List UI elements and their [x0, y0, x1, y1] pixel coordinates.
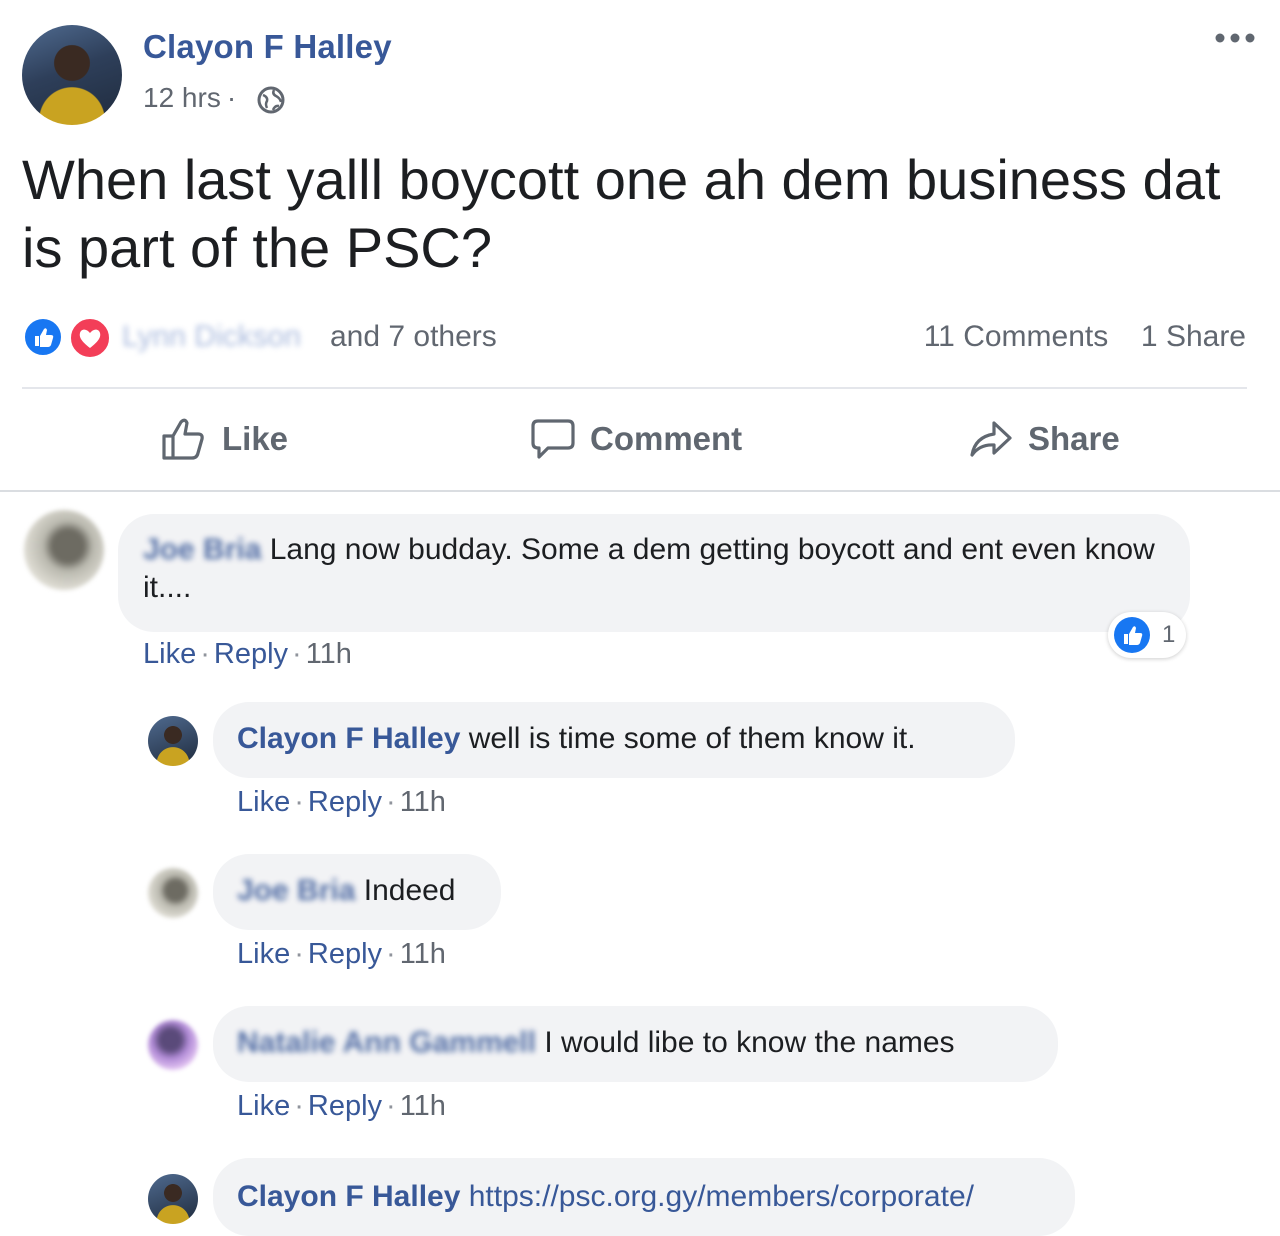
comment-like-link[interactable]: Like: [237, 938, 290, 970]
reactors-others[interactable]: and 7 others: [330, 320, 497, 354]
comment-time[interactable]: 11h: [400, 1090, 446, 1122]
love-reaction-icon[interactable]: [68, 316, 112, 360]
like-button[interactable]: Like: [160, 412, 288, 466]
reactor-name[interactable]: Lynn Dickson: [122, 320, 301, 354]
globe-icon: [257, 86, 285, 114]
commenter-avatar[interactable]: [148, 716, 198, 766]
comments-count[interactable]: 11 Comments: [924, 320, 1109, 353]
comment-author[interactable]: Joe Bria: [237, 874, 355, 907]
comment-text: I would libe to know the names: [544, 1026, 955, 1059]
comment-content: Clayon F Halley https://psc.org.gy/membe…: [237, 1178, 974, 1216]
comment-reply-link[interactable]: Reply: [308, 1090, 382, 1122]
author-avatar[interactable]: [22, 25, 122, 125]
comment-reply-link[interactable]: Reply: [308, 786, 382, 818]
shares-count[interactable]: 1 Share: [1141, 320, 1246, 353]
reaction-count: 1: [1162, 621, 1176, 648]
comment-bubble: Natalie Ann Gammell I would libe to know…: [213, 1006, 1058, 1082]
like-reaction-icon: [1114, 617, 1150, 653]
comment-author[interactable]: Clayon F Halley: [237, 1180, 460, 1213]
comment-button[interactable]: Comment: [530, 412, 742, 466]
comment-content: Joe Bria Lang now budday. Some a dem get…: [143, 531, 1173, 607]
comment-content: Clayon F Halley well is time some of the…: [237, 720, 916, 758]
comment-like-link[interactable]: Like: [143, 638, 196, 670]
comment-author[interactable]: Joe Bria: [143, 533, 261, 566]
comment-icon: [531, 419, 575, 459]
like-button-label: Like: [222, 420, 289, 457]
share-button[interactable]: Share: [968, 412, 1120, 466]
comment-time[interactable]: 11h: [400, 786, 446, 818]
commenter-avatar[interactable]: [148, 868, 198, 918]
post-timestamp[interactable]: 12 hrs ·: [143, 82, 236, 114]
comment-time[interactable]: 11h: [306, 638, 352, 670]
post-body-text: When last yalll boycott one ah dem busin…: [22, 148, 1221, 279]
share-button-label: Share: [1028, 420, 1120, 457]
comment-bubble: Clayon F Halley https://psc.org.gy/membe…: [213, 1158, 1075, 1236]
comment-reply-link[interactable]: Reply: [308, 938, 382, 970]
comment-content: Natalie Ann Gammell I would libe to know…: [237, 1024, 955, 1062]
post-time-text[interactable]: 12 hrs: [143, 82, 221, 113]
commenter-avatar[interactable]: [148, 1020, 198, 1070]
post-author-name[interactable]: Clayon F Halley: [143, 28, 392, 66]
share-arrow-icon: [970, 421, 1012, 457]
comment-meta: Like · Reply · 11h: [237, 1090, 446, 1122]
comment-like-link[interactable]: Like: [237, 786, 290, 818]
engagement-counts: 11 Comments 1 Share: [924, 320, 1246, 354]
comment-bubble: Joe Bria Lang now budday. Some a dem get…: [118, 514, 1190, 632]
comment-link[interactable]: https://psc.org.gy/members/corporate/: [469, 1180, 974, 1213]
comment-bubble: Clayon F Halley well is time some of the…: [213, 702, 1015, 778]
comment-meta: Like · Reply · 11h: [237, 938, 446, 970]
like-reaction-icon[interactable]: [22, 316, 64, 358]
comment-content: Joe Bria Indeed: [237, 872, 456, 910]
separator-dot: ·: [226, 82, 237, 113]
commenter-avatar[interactable]: [148, 1174, 198, 1224]
comment-text: Lang now budday. Some a dem getting boyc…: [143, 533, 1155, 604]
more-options-icon[interactable]: [1214, 28, 1256, 48]
comment-bubble: Joe Bria Indeed: [213, 854, 501, 930]
comment-author[interactable]: Clayon F Halley: [237, 722, 460, 755]
comment-reaction-badge[interactable]: 1: [1108, 612, 1186, 658]
commenter-avatar[interactable]: [24, 510, 104, 590]
comment-like-link[interactable]: Like: [237, 1090, 290, 1122]
thumbs-up-icon: [162, 418, 204, 460]
comment-author[interactable]: Natalie Ann Gammell: [237, 1026, 536, 1059]
comment-reply-link[interactable]: Reply: [214, 638, 288, 670]
comment-button-label: Comment: [590, 420, 743, 457]
comment-meta: Like · Reply · 11h: [237, 786, 446, 818]
comment-text: Indeed: [363, 874, 456, 907]
divider: [0, 490, 1280, 492]
divider: [22, 387, 1247, 389]
comment-time[interactable]: 11h: [400, 938, 446, 970]
comment-text: well is time some of them know it.: [468, 722, 916, 755]
comment-meta: Like · Reply · 11h: [143, 638, 352, 670]
